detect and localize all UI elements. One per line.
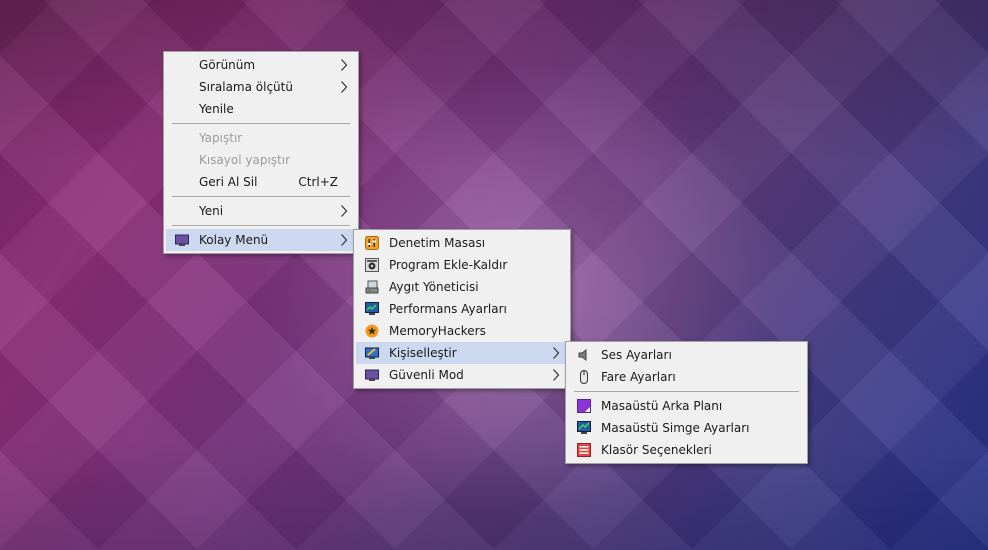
chevron-right-icon <box>553 347 560 359</box>
menu-item-geri-al-sil[interactable]: Geri Al Sil Ctrl+Z <box>166 171 356 193</box>
menu-item-label: Yeni <box>199 204 224 218</box>
chevron-right-icon <box>341 205 348 217</box>
menu-separator <box>172 123 350 124</box>
menu-item-label: Program Ekle-Kaldır <box>389 258 508 272</box>
folder-options-icon <box>577 443 591 457</box>
menu-item-label: Masaüstü Simge Ayarları <box>601 421 750 435</box>
menu-item-kisayol-yapistir: Kısayol yapıştır <box>166 149 356 171</box>
menu-item-label: Fare Ayarları <box>601 370 676 384</box>
menu-item-yenile[interactable]: Yenile <box>166 98 356 120</box>
menu-item-gorunum[interactable]: Görünüm <box>166 54 356 76</box>
chevron-right-icon <box>341 234 348 246</box>
menu-item-aygit-yoneticisi[interactable]: Aygıt Yöneticisi <box>356 276 568 298</box>
menu-item-label: Geri Al Sil <box>199 175 258 189</box>
menu-item-label: Performans Ayarları <box>389 302 507 316</box>
menu-item-siralama[interactable]: Sıralama ölçütü <box>166 76 356 98</box>
menu-item-label: Aygıt Yöneticisi <box>389 280 479 294</box>
monitor-icon <box>175 234 189 246</box>
menu-item-yapistir: Yapıştır <box>166 127 356 149</box>
menu-separator <box>574 391 799 392</box>
monitor-icon <box>365 369 379 381</box>
desktop-icons-icon <box>577 421 591 434</box>
menu-item-label: Sıralama ölçütü <box>199 80 293 94</box>
shortcut-label: Ctrl+Z <box>298 175 338 189</box>
menu-item-guvenli-mod[interactable]: Güvenli Mod <box>356 364 568 386</box>
device-manager-icon <box>365 280 379 294</box>
kolay-menu-submenu: Denetim Masası Program Ekle-Kaldır Aygıt… <box>353 229 571 389</box>
menu-item-label: Kişiselleştir <box>389 346 457 360</box>
menu-item-label: Ses Ayarları <box>601 348 672 362</box>
kisisellestir-submenu: Ses Ayarları Fare Ayarları Masaüstü Arka… <box>565 341 808 464</box>
control-panel-icon <box>365 236 379 250</box>
programs-icon <box>365 258 379 272</box>
menu-item-label: Kolay Menü <box>199 233 269 247</box>
menu-separator <box>172 196 350 197</box>
menu-item-label: Güvenli Mod <box>389 368 464 382</box>
menu-item-klasor-secenekleri[interactable]: Klasör Seçenekleri <box>568 439 805 461</box>
menu-item-program-ekle-kaldir[interactable]: Program Ekle-Kaldır <box>356 254 568 276</box>
menu-item-label: Kısayol yapıştır <box>199 153 291 167</box>
personalize-icon <box>365 347 379 359</box>
menu-item-memoryhackers[interactable]: MemoryHackers <box>356 320 568 342</box>
chevron-right-icon <box>341 59 348 71</box>
menu-item-label: Masaüstü Arka Planı <box>601 399 723 413</box>
menu-item-masaustu-arka-plani[interactable]: Masaüstü Arka Planı <box>568 395 805 417</box>
menu-item-fare-ayarlari[interactable]: Fare Ayarları <box>568 366 805 388</box>
mouse-icon <box>580 370 588 384</box>
wallpaper-icon <box>577 399 591 413</box>
desktop-context-menu: Görünüm Sıralama ölçütü Yenile Yapıştır … <box>163 51 359 254</box>
menu-item-label: Denetim Masası <box>389 236 486 250</box>
menu-item-label: MemoryHackers <box>389 324 486 338</box>
menu-item-kisisellestir[interactable]: Kişiselleştir <box>356 342 568 364</box>
chevron-right-icon <box>553 369 560 381</box>
chevron-right-icon <box>341 81 348 93</box>
menu-item-ses-ayarlari[interactable]: Ses Ayarları <box>568 344 805 366</box>
speaker-icon <box>578 349 587 361</box>
menu-item-label: Klasör Seçenekleri <box>601 443 712 457</box>
menu-item-kolay-menu[interactable]: Kolay Menü <box>166 229 356 251</box>
menu-item-masaustu-simge-ayarlari[interactable]: Masaüstü Simge Ayarları <box>568 417 805 439</box>
menu-item-label: Yapıştır <box>199 131 243 145</box>
menu-item-denetim-masasi[interactable]: Denetim Masası <box>356 232 568 254</box>
star-badge-icon <box>365 324 379 338</box>
menu-item-performans-ayarlari[interactable]: Performans Ayarları <box>356 298 568 320</box>
performance-icon <box>365 302 379 315</box>
menu-item-label: Görünüm <box>199 58 256 72</box>
menu-item-label: Yenile <box>199 102 234 116</box>
menu-item-yeni[interactable]: Yeni <box>166 200 356 222</box>
menu-separator <box>172 225 350 226</box>
